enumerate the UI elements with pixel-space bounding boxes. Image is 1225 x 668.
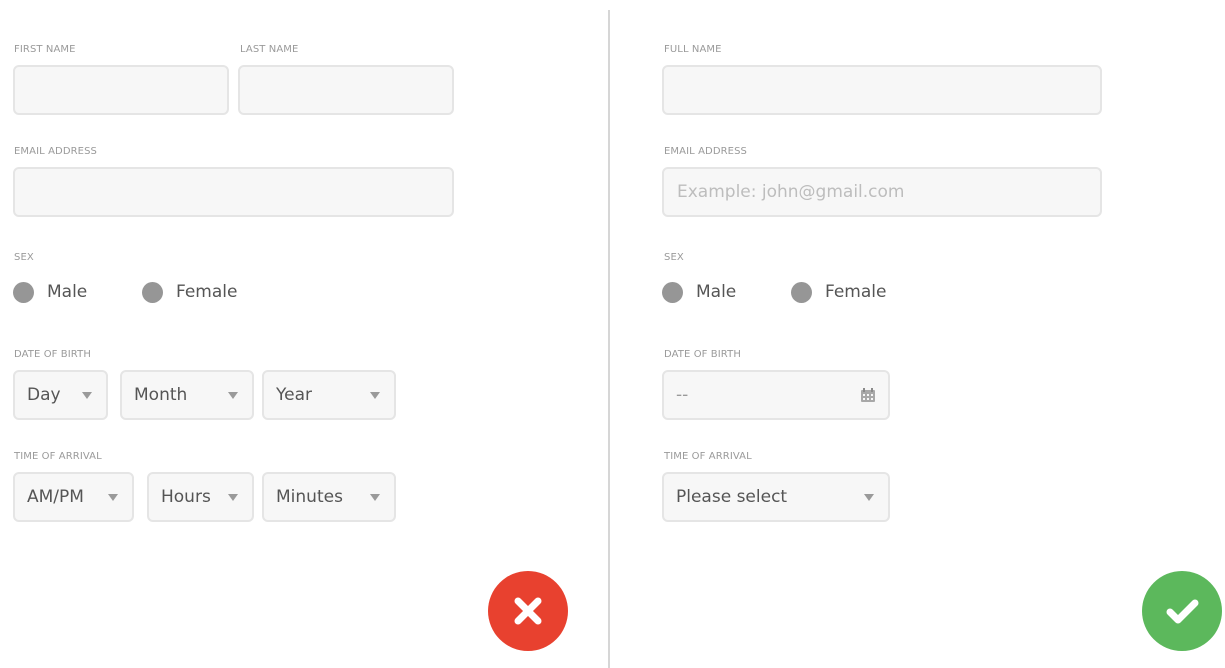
arrival-hours-select[interactable]: Hours: [147, 472, 254, 522]
full-name-input[interactable]: [662, 65, 1102, 115]
first-name-input[interactable]: [13, 65, 229, 115]
last-name-input[interactable]: [238, 65, 454, 115]
select-value: AM/PM: [27, 487, 84, 507]
chevron-down-icon: [864, 494, 874, 501]
radio-label: Male: [47, 282, 88, 302]
email-input[interactable]: Example: john@gmail.com: [662, 167, 1102, 217]
first-name-label: FIRST NAME: [14, 44, 76, 55]
radio-label: Male: [696, 282, 737, 302]
chevron-down-icon: [228, 494, 238, 501]
sex-label: SEX: [14, 252, 34, 263]
dob-value: --: [676, 385, 689, 405]
radio-label: Female: [176, 282, 238, 302]
dob-month-select[interactable]: Month: [120, 370, 254, 420]
arrival-select[interactable]: Please select: [662, 472, 890, 522]
arrival-label: TIME OF ARRIVAL: [664, 451, 752, 462]
cancel-button[interactable]: [488, 571, 568, 651]
dob-date-picker[interactable]: --: [662, 370, 890, 420]
chevron-down-icon: [370, 494, 380, 501]
radio-dot: [142, 281, 163, 303]
chevron-down-icon: [82, 392, 92, 399]
full-name-label: FULL NAME: [664, 44, 722, 55]
select-value: Month: [134, 385, 188, 405]
arrival-minutes-select[interactable]: Minutes: [262, 472, 396, 522]
email-label: EMAIL ADDRESS: [664, 146, 747, 157]
sex-radio-male[interactable]: Male: [13, 280, 87, 304]
sex-label: SEX: [664, 252, 684, 263]
chevron-down-icon: [108, 494, 118, 501]
email-placeholder: Example: john@gmail.com: [677, 182, 905, 202]
last-name-label: LAST NAME: [240, 44, 299, 55]
submit-button[interactable]: [1142, 571, 1222, 651]
dob-day-select[interactable]: Day: [13, 370, 108, 420]
select-value: Please select: [676, 487, 788, 507]
check-icon: [1166, 599, 1199, 624]
calendar-icon[interactable]: [860, 387, 876, 403]
radio-dot: [791, 281, 812, 303]
divider: [608, 10, 610, 668]
sex-radio-female[interactable]: Female: [791, 280, 886, 304]
chevron-down-icon: [370, 392, 380, 399]
select-value: Hours: [161, 487, 211, 507]
sex-radio-female[interactable]: Female: [142, 280, 237, 304]
close-icon: [514, 597, 542, 625]
select-value: Minutes: [276, 487, 343, 507]
sex-radio-male[interactable]: Male: [662, 280, 736, 304]
select-value: Year: [276, 385, 312, 405]
email-input[interactable]: [13, 167, 454, 217]
radio-dot: [662, 281, 683, 303]
arrival-label: TIME OF ARRIVAL: [14, 451, 102, 462]
dob-year-select[interactable]: Year: [262, 370, 396, 420]
dob-label: DATE OF BIRTH: [14, 349, 91, 360]
arrival-ampm-select[interactable]: AM/PM: [13, 472, 134, 522]
select-value: Day: [27, 385, 61, 405]
chevron-down-icon: [228, 392, 238, 399]
radio-label: Female: [825, 282, 887, 302]
email-label: EMAIL ADDRESS: [14, 146, 97, 157]
dob-label: DATE OF BIRTH: [664, 349, 741, 360]
radio-dot: [13, 281, 34, 303]
